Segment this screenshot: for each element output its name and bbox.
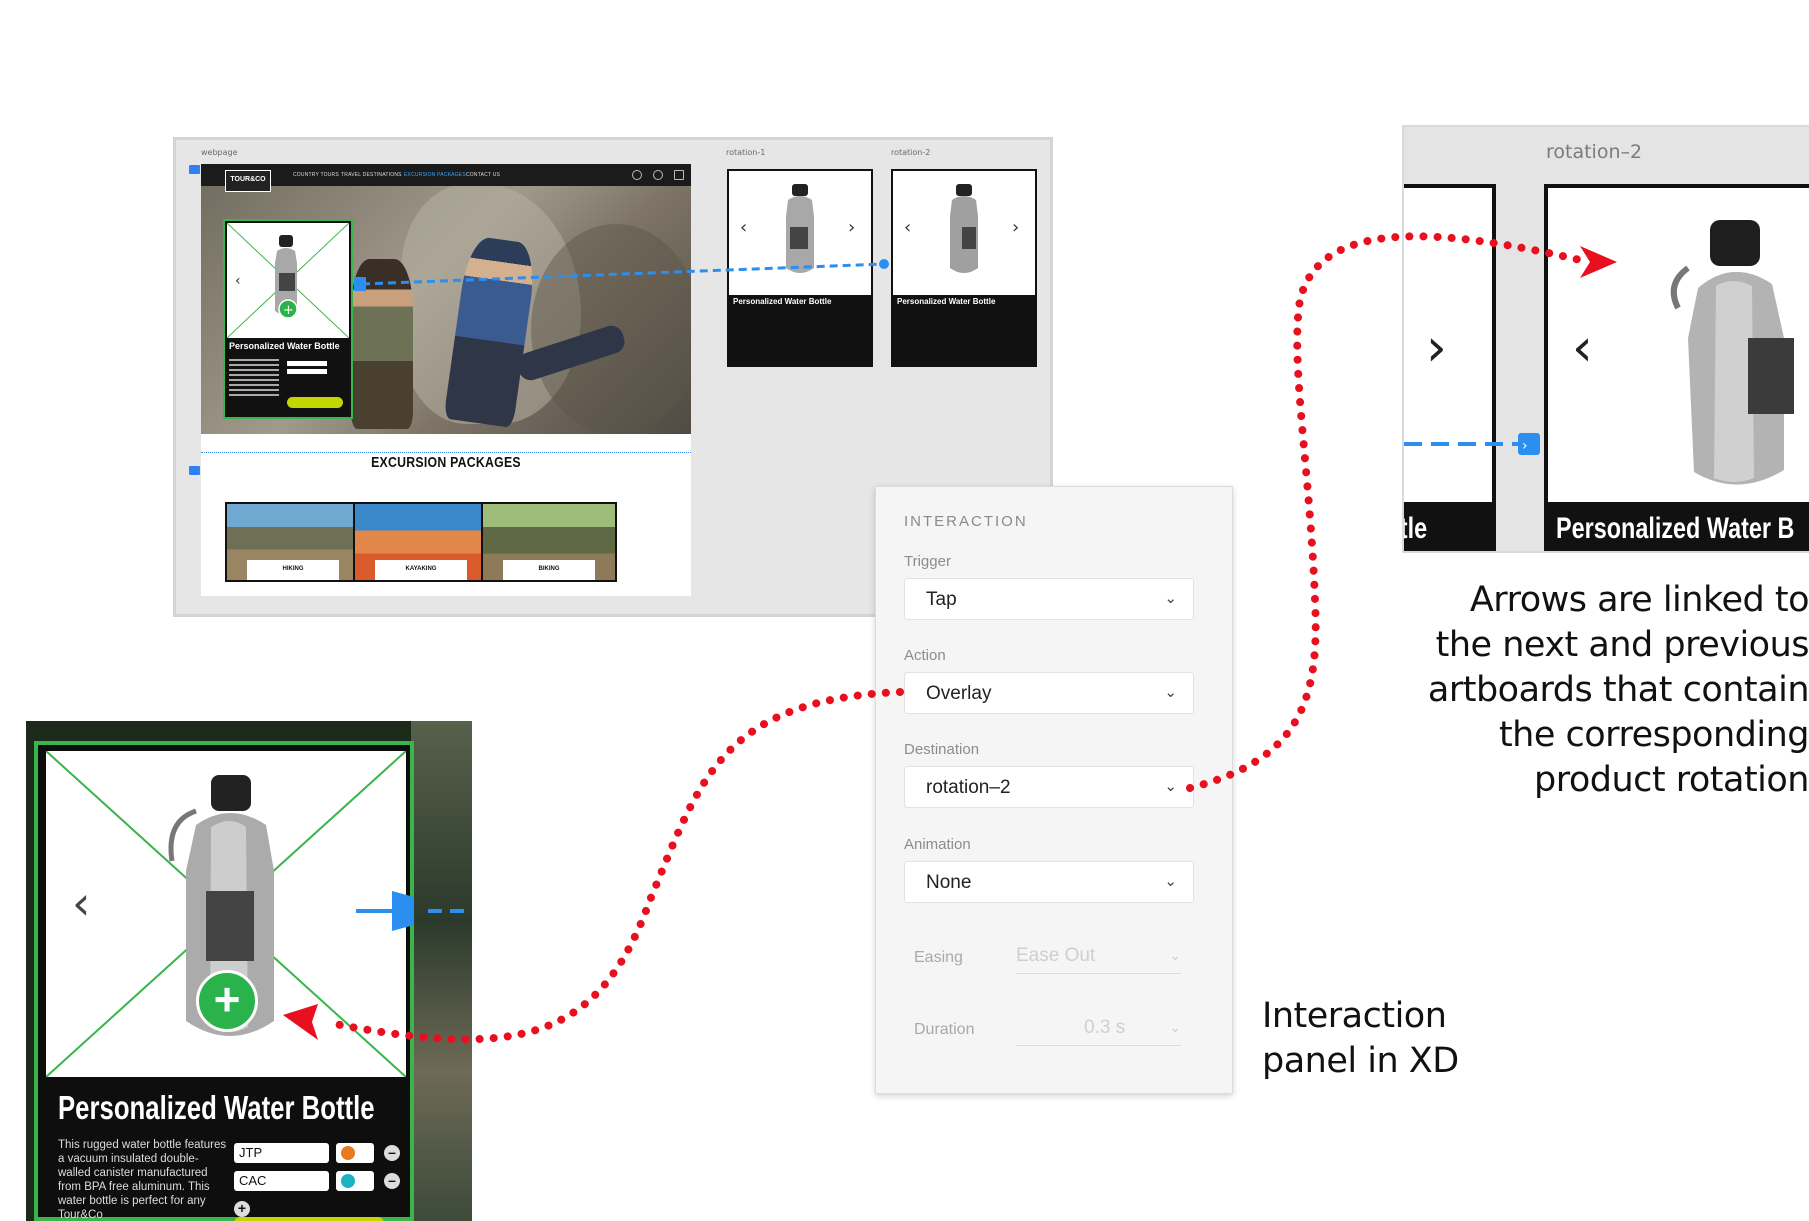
personalization-fields[interactable] bbox=[287, 361, 327, 377]
destination-label: Destination bbox=[904, 741, 980, 758]
section-title: EXCURSION PACKAGES bbox=[371, 454, 521, 471]
svg-text:‹: ‹ bbox=[235, 273, 241, 289]
caption-line: the corresponding bbox=[1498, 715, 1809, 755]
rotation-2-artboard: ‹ Personalized Water B bbox=[1544, 184, 1809, 551]
package-label: HIKING bbox=[247, 560, 339, 580]
product-description bbox=[229, 359, 279, 399]
rotation-2-artboard[interactable]: ‹ › Personalized Water Bottle bbox=[891, 169, 1037, 367]
nav-item-excursion-packages[interactable]: EXCURSION PACKAGES bbox=[404, 172, 466, 178]
action-value: Overlay bbox=[926, 683, 992, 704]
rotation-1-artboard[interactable]: ‹ › Personalized Water Bottle bbox=[727, 169, 873, 367]
artboard-label-rotation-1[interactable]: rotation-1 bbox=[726, 148, 765, 157]
easing-label: Easing bbox=[914, 949, 963, 966]
chevron-down-icon: ⌄ bbox=[1164, 684, 1177, 701]
duration-value: 0.3 s bbox=[1084, 1017, 1126, 1038]
product-title: Personalized Water Bottle bbox=[733, 297, 832, 306]
search-icon[interactable] bbox=[632, 170, 642, 180]
artboard-label-rotation-2[interactable]: rotation-2 bbox=[891, 148, 930, 157]
caption-line: panel in XD bbox=[1262, 1041, 1459, 1081]
svg-text:›: › bbox=[1522, 438, 1528, 454]
destination-select[interactable]: rotation–2 ⌄ bbox=[904, 766, 1194, 808]
caption-line: Interaction bbox=[1262, 996, 1447, 1036]
caption-line: Arrows are linked to bbox=[1469, 580, 1809, 620]
site-navbar: TOUR&CO COUNTRY TOURS TRAVEL DESTINATION… bbox=[201, 164, 691, 192]
globe-icon[interactable] bbox=[653, 170, 663, 180]
action-select[interactable]: Overlay ⌄ bbox=[904, 672, 1194, 714]
previous-arrow-icon[interactable]: ‹ bbox=[904, 217, 911, 238]
rotation-2-zoom: rotation–2 › ttle › ‹ Personalized Water… bbox=[1402, 125, 1809, 553]
product-image: ‹ › bbox=[894, 172, 1034, 294]
product-card-zoom: ‹ + Personalized Water Bottle This rugge… bbox=[26, 721, 472, 1221]
cart-icon[interactable] bbox=[674, 170, 684, 180]
chevron-down-icon: ⌄ bbox=[1169, 1019, 1181, 1035]
product-title: Personalized Water Bottle bbox=[229, 341, 340, 351]
svg-text:+: + bbox=[283, 303, 294, 318]
package-card-biking[interactable]: BIKING bbox=[481, 502, 617, 582]
trigger-value: Tap bbox=[926, 589, 957, 610]
next-arrow-icon[interactable]: › bbox=[1012, 217, 1019, 238]
chevron-down-icon: ⌄ bbox=[1169, 947, 1181, 963]
product-info-panel: Personalized Water B bbox=[1548, 502, 1809, 551]
caption-line: the next and previous bbox=[1435, 625, 1809, 665]
artboard-label-webpage[interactable]: webpage bbox=[201, 148, 238, 157]
package-card-hiking[interactable]: HIKING bbox=[225, 502, 361, 582]
webpage-flow-start-icon[interactable] bbox=[189, 165, 200, 174]
chevron-down-icon: ⌄ bbox=[1164, 873, 1177, 890]
interaction-panel: INTERACTION Trigger Tap ⌄ Action Overlay… bbox=[875, 486, 1233, 1094]
site-logo[interactable]: TOUR&CO bbox=[225, 170, 271, 192]
animation-label: Animation bbox=[904, 836, 971, 853]
next-arrow-icon[interactable]: › bbox=[848, 217, 855, 238]
panel-title: INTERACTION bbox=[904, 513, 1028, 530]
nav-item-travel-destinations[interactable]: TRAVEL DESTINATIONS bbox=[341, 172, 402, 178]
product-image: ‹ › bbox=[730, 172, 870, 294]
panel-caption: Interaction panel in XD bbox=[1262, 994, 1459, 1084]
destination-value: rotation–2 bbox=[926, 777, 1011, 798]
chevron-down-icon: ⌄ bbox=[1164, 590, 1177, 607]
caption-line: artboards that contain bbox=[1427, 670, 1809, 710]
product-card-overlay[interactable]: ‹ + Personalized Water Bottle bbox=[223, 219, 353, 419]
prototype-wire bbox=[356, 891, 472, 931]
easing-value: Ease Out bbox=[1016, 945, 1096, 966]
caption-line: product rotation bbox=[1534, 760, 1809, 800]
trigger-label: Trigger bbox=[904, 553, 951, 570]
webpage-artboard[interactable]: TOUR&CO COUNTRY TOURS TRAVEL DESTINATION… bbox=[201, 164, 691, 596]
section-divider bbox=[201, 452, 691, 453]
previous-arrow-icon[interactable]: ‹ bbox=[1572, 318, 1593, 378]
duration-label: Duration bbox=[914, 1021, 975, 1038]
animation-select[interactable]: None ⌄ bbox=[904, 861, 1194, 903]
duration-input[interactable]: 0.3 s ⌄ bbox=[1016, 1015, 1181, 1046]
action-label: Action bbox=[904, 647, 946, 664]
package-card-kayaking[interactable]: KAYAKING bbox=[353, 502, 489, 582]
package-label: KAYAKING bbox=[375, 560, 467, 580]
product-image: ‹ + bbox=[227, 223, 349, 338]
section-hotspot-icon[interactable] bbox=[189, 466, 200, 475]
previous-arrow-icon[interactable]: ‹ bbox=[740, 217, 747, 238]
product-title: Personalized Water B bbox=[1556, 512, 1795, 545]
package-label: BIKING bbox=[503, 560, 595, 580]
chevron-down-icon: ⌄ bbox=[1164, 778, 1177, 795]
easing-select[interactable]: Ease Out ⌄ bbox=[1016, 943, 1181, 974]
product-title: Personalized Water Bottle bbox=[897, 297, 996, 306]
nav-item-contact-us[interactable]: CONTACT US bbox=[466, 172, 500, 178]
nav-item-country-tours[interactable]: COUNTRY TOURS bbox=[293, 172, 339, 178]
add-to-cart-button[interactable] bbox=[287, 397, 343, 408]
animation-value: None bbox=[926, 872, 972, 893]
arrows-caption: Arrows are linked to the next and previo… bbox=[1406, 578, 1809, 803]
trigger-select[interactable]: Tap ⌄ bbox=[904, 578, 1194, 620]
